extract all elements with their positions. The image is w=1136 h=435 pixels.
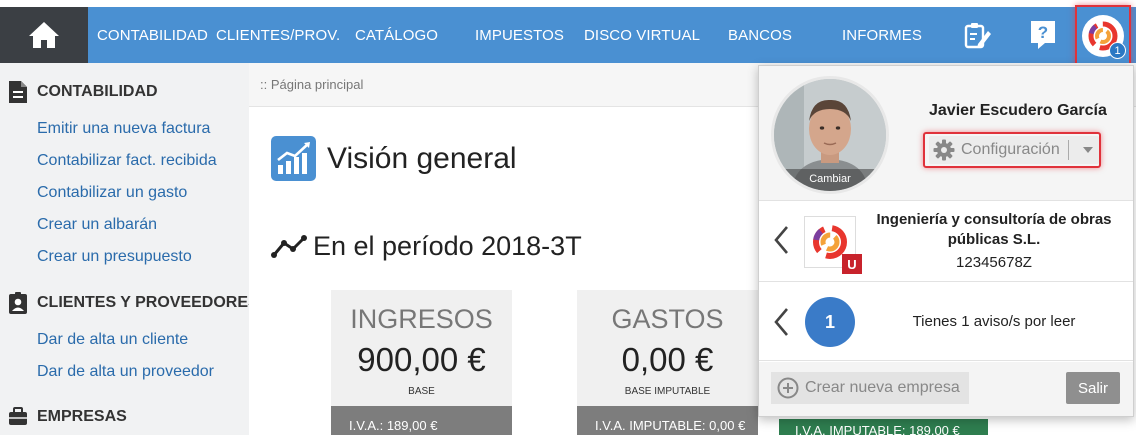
nav-catalogo[interactable]: CATÁLOGO bbox=[355, 7, 438, 63]
nav-clientes-prov[interactable]: CLIENTES/PROV. bbox=[216, 7, 340, 63]
home-icon bbox=[29, 22, 59, 48]
expenses-card[interactable]: GASTOS 0,00 € BASE IMPUTABLE I.V.A. IMPU… bbox=[577, 290, 758, 435]
configuration-label: Configuración bbox=[961, 141, 1060, 158]
period-header: En el período 2018-3T bbox=[271, 231, 582, 262]
chart-icon bbox=[271, 136, 316, 181]
notification-badge: 1 bbox=[1109, 42, 1126, 59]
sidebar-section-title: CLIENTES Y PROVEEDORES bbox=[37, 294, 259, 311]
nav-contabilidad[interactable]: CONTABILIDAD bbox=[97, 7, 208, 63]
sidebar-section-title: CONTABILIDAD bbox=[37, 83, 158, 100]
company-tax-id: 12345678Z bbox=[956, 254, 1032, 271]
sidebar-link-alta-cliente[interactable]: Dar de alta un cliente bbox=[37, 331, 188, 349]
notice-count-badge: 1 bbox=[805, 297, 855, 347]
card-value: 0,00 € bbox=[621, 341, 714, 378]
caret-down-icon bbox=[1082, 147, 1093, 153]
user-dropdown-panel: Cambiar Javier Escudero García Configura… bbox=[758, 65, 1134, 417]
sidebar-section-clientes: CLIENTES Y PROVEEDORES bbox=[8, 291, 259, 315]
help-button[interactable]: ? bbox=[1023, 15, 1063, 55]
change-photo-label[interactable]: Cambiar bbox=[774, 169, 886, 191]
sidebar: CONTABILIDAD Emitir una nueva factura Co… bbox=[0, 63, 259, 435]
previous-notice-chevron-icon[interactable] bbox=[773, 307, 789, 342]
home-button[interactable] bbox=[0, 7, 88, 63]
trend-line-icon bbox=[271, 234, 307, 258]
user-info-row: Cambiar Javier Escudero García Configura… bbox=[759, 66, 1133, 201]
sidebar-link-alta-proveedor[interactable]: Dar de alta un proveedor bbox=[37, 363, 214, 381]
sidebar-link-presupuesto[interactable]: Crear un presupuesto bbox=[37, 248, 192, 266]
plus-circle-icon bbox=[777, 377, 799, 399]
edit-notes-icon bbox=[964, 23, 991, 49]
period-title: En el período 2018-3T bbox=[313, 231, 582, 261]
card-footer: I.V.A.: 189,00 € bbox=[331, 406, 512, 435]
contact-card-icon bbox=[9, 292, 27, 314]
nav-disco-virtual[interactable]: DISCO VIRTUAL bbox=[584, 7, 700, 63]
previous-company-chevron-icon[interactable] bbox=[773, 225, 789, 260]
configuration-button-inner: Configuración bbox=[929, 136, 1099, 164]
create-company-button[interactable]: Crear nueva empresa bbox=[771, 372, 969, 404]
card-footer: I.V.A. IMPUTABLE: 0,00 € bbox=[577, 406, 758, 435]
sidebar-section-empresas: EMPRESAS bbox=[8, 407, 127, 427]
card-heading: INGRESOS bbox=[350, 304, 493, 334]
gear-icon bbox=[933, 139, 955, 161]
page-title: Visión general bbox=[327, 141, 517, 175]
vat-result-strip: I.V.A. IMPUTABLE: 189,00 € bbox=[779, 419, 988, 435]
company-selector-row: U Ingeniería y consultoría de obras públ… bbox=[759, 202, 1133, 282]
app-root: CONTABILIDAD CLIENTES/PROV. CATÁLOGO IMP… bbox=[0, 0, 1136, 435]
sidebar-link-emitir-factura[interactable]: Emitir una nueva factura bbox=[37, 120, 210, 138]
notes-button[interactable] bbox=[957, 15, 997, 55]
notice-text: Tienes 1 aviso/s por leer bbox=[912, 313, 1076, 330]
sidebar-link-fact-recibida[interactable]: Contabilizar fact. recibida bbox=[37, 152, 217, 170]
profile-photo[interactable]: Cambiar bbox=[771, 76, 889, 194]
card-subtitle: BASE bbox=[408, 386, 435, 397]
svg-text:?: ? bbox=[1038, 23, 1048, 42]
nav-bancos[interactable]: BANCOS bbox=[728, 7, 792, 63]
help-icon: ? bbox=[1031, 21, 1055, 49]
company-name: Ingeniería y consultoría de obras públic… bbox=[876, 211, 1112, 248]
user-menu-button[interactable]: 1 bbox=[1075, 5, 1131, 67]
nav-impuestos[interactable]: IMPUESTOS bbox=[475, 7, 564, 63]
page-header: Visión general bbox=[271, 136, 517, 181]
card-subtitle: BASE IMPUTABLE bbox=[624, 386, 711, 397]
breadcrumb: :: Página principal bbox=[260, 77, 364, 92]
notifications-row[interactable]: 1 Tienes 1 aviso/s por leer bbox=[759, 283, 1133, 361]
configuration-button[interactable]: Configuración bbox=[923, 132, 1101, 168]
sidebar-link-albaran[interactable]: Crear un albarán bbox=[37, 216, 157, 234]
sidebar-section-contabilidad: CONTABILIDAD bbox=[8, 80, 158, 104]
card-value: 900,00 € bbox=[357, 341, 486, 378]
main-menu: CONTABILIDAD CLIENTES/PROV. CATÁLOGO IMP… bbox=[88, 5, 1136, 67]
company-avatar: 1 bbox=[1082, 15, 1126, 59]
nav-informes[interactable]: INFORMES bbox=[842, 7, 922, 63]
user-name: Javier Escudero García bbox=[929, 102, 1107, 119]
briefcase-icon bbox=[9, 407, 27, 425]
sidebar-section-title: EMPRESAS bbox=[37, 408, 127, 425]
create-company-label: Crear nueva empresa bbox=[805, 379, 960, 396]
button-divider bbox=[1067, 140, 1069, 160]
top-navbar: CONTABILIDAD CLIENTES/PROV. CATÁLOGO IMP… bbox=[0, 0, 1136, 67]
panel-footer: Crear nueva empresa Salir bbox=[759, 362, 1133, 416]
income-card[interactable]: INGRESOS 900,00 € BASE I.V.A.: 189,00 € bbox=[331, 290, 512, 435]
card-heading: GASTOS bbox=[611, 304, 724, 334]
document-icon bbox=[9, 81, 27, 103]
logout-button[interactable]: Salir bbox=[1066, 372, 1120, 404]
sidebar-link-gasto[interactable]: Contabilizar un gasto bbox=[37, 184, 187, 202]
